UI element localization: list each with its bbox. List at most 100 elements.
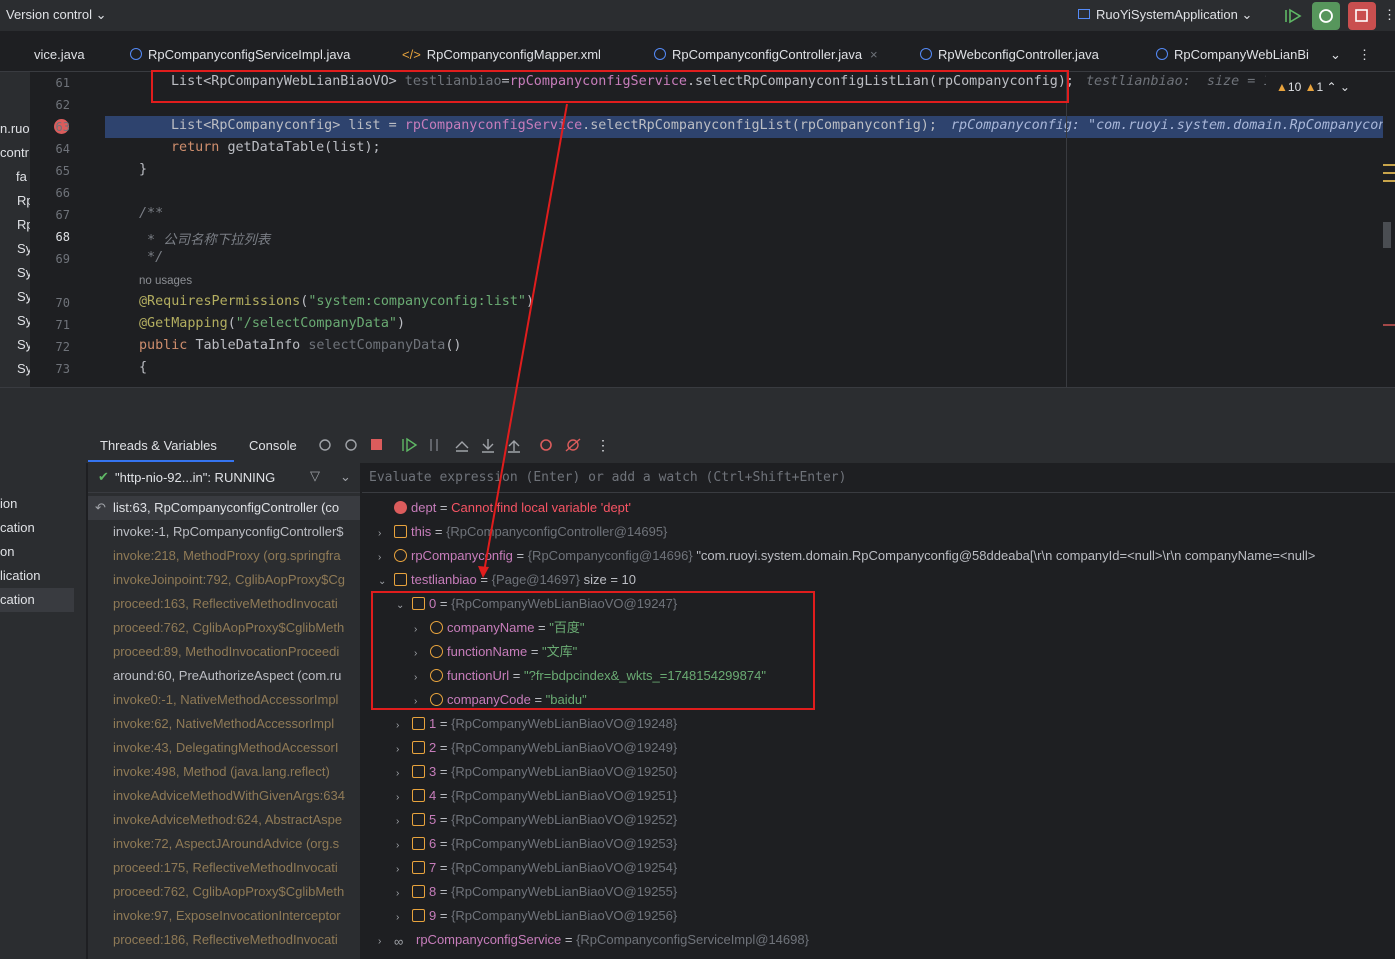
stop-button[interactable] [1348,2,1376,30]
variable-row[interactable]: › 9 = {RpCompanyWebLianBiaoVO@19256} [396,904,677,928]
variable-row[interactable]: › 7 = {RpCompanyWebLianBiaoVO@19254} [396,856,677,880]
chevron-right-icon[interactable]: › [396,834,412,858]
variable-row[interactable]: › 3 = {RpCompanyWebLianBiaoVO@19250} [396,760,677,784]
chevron-right-icon[interactable]: › [396,810,412,834]
project-item[interactable]: Sy [17,337,30,352]
tab-weblianbiao[interactable]: RpCompanyWebLianBi [1156,47,1318,62]
stack-frame[interactable]: proceed:186, ReflectiveMethodInvocati [88,928,360,952]
stack-frame[interactable]: invoke:-1, RpCompanyconfigController$ [88,520,360,544]
project-item[interactable]: Sy [17,241,30,256]
stack-frame[interactable]: proceed:762, CglibAopProxy$CglibMeth [88,880,360,904]
stack-frame[interactable]: invoke:218, MethodProxy (org.springfra [88,544,360,568]
tab-controller[interactable]: RpCompanyconfigController.java × [654,47,878,62]
more-icon[interactable]: ⋮ [1383,2,1395,30]
code-token: ) [397,316,406,331]
list-icon [412,813,425,826]
stack-frame[interactable]: proceed:89, MethodInvocationProceedi [88,640,360,664]
chevron-right-icon[interactable]: › [396,738,412,762]
variable-row[interactable]: › 5 = {RpCompanyWebLianBiaoVO@19252} [396,808,677,832]
chevron-down-icon[interactable]: ⌄ [340,469,351,485]
code-token: List<RpCompanyconfig> list = [171,118,405,133]
equals-sign: = [436,908,452,923]
editor-scrollbar[interactable] [1383,72,1395,387]
project-item[interactable]: Rp [17,217,30,232]
stack-frame[interactable]: invokeAdviceMethod:624, AbstractAspe [88,808,360,832]
chevron-right-icon[interactable]: › [396,714,412,738]
stack-frame[interactable]: proceed:762, CglibAopProxy$CglibMeth [88,616,360,640]
project-item[interactable]: fa [16,169,27,184]
project-item[interactable]: Sy [17,361,30,376]
tab-webconfig[interactable]: RpWebconfigController.java [920,47,1099,62]
stack-frame[interactable]: proceed:163, ReflectiveMethodInvocati [88,592,360,616]
variable-row[interactable]: › this = {RpCompanyconfigController@14695… [378,520,667,544]
tab-console[interactable]: Console [249,438,297,453]
chevron-down-icon[interactable]: ⌄ [1330,47,1341,63]
variable-row[interactable]: dept = Cannot find local variable 'dept' [378,496,631,520]
variable-row[interactable]: › ∞ rpCompanyconfigService = {RpCompanycon… [378,928,809,952]
svg-text:⋮: ⋮ [596,437,606,453]
code-token: selectCompanyData [308,338,446,353]
sidebar-item[interactable]: ion [0,496,17,511]
inspection-widget[interactable]: ▲10 ▲1 ⌃ ⌄ [1276,80,1350,94]
error-icon [394,501,407,514]
stack-frame[interactable]: invoke:97, ExposeInvocationInterceptor [88,904,360,928]
chevron-right-icon[interactable]: › [396,906,412,930]
project-item[interactable]: Rp [17,193,30,208]
resume-icon[interactable] [1280,2,1308,30]
stack-frame[interactable]: invoke0:-1, NativeMethodAccessorImpl [88,688,360,712]
variable-row[interactable]: › 2 = {RpCompanyWebLianBiaoVO@19249} [396,736,677,760]
stack-frame[interactable]: invokeJoinpoint:792, CglibAopProxy$Cg [88,568,360,592]
more-icon[interactable]: ⋮ [1358,47,1371,63]
project-item[interactable]: Sy [17,313,30,328]
evaluate-expression-input[interactable]: Evaluate expression (Enter) or add a wat… [362,463,1395,493]
chevron-right-icon[interactable]: › [396,786,412,810]
project-item[interactable]: contr [0,145,29,160]
sidebar-item[interactable]: cation [0,520,35,535]
equals-sign: = [436,500,452,515]
rerun-debug-button[interactable] [1312,2,1340,30]
stack-frame[interactable]: around:60, PreAuthorizeAspect (com.ru [88,664,360,688]
filter-icon[interactable]: ▽ [310,468,320,484]
chevron-right-icon[interactable]: › [378,546,394,570]
variable-row[interactable]: › 4 = {RpCompanyWebLianBiaoVO@19251} [396,784,677,808]
sidebar-item[interactable]: on [0,544,14,559]
variable-row[interactable]: › 8 = {RpCompanyWebLianBiaoVO@19255} [396,880,677,904]
tab-mapper-xml[interactable]: </> RpCompanyconfigMapper.xml [402,47,601,62]
code-token: getDataTable(list); [227,140,381,155]
project-item[interactable]: Sy [17,265,30,280]
chevron-right-icon[interactable]: › [396,882,412,906]
code-editor[interactable]: 61 List<RpCompanyWebLianBiaoVO> testlianb… [30,72,1383,387]
version-control-menu[interactable]: Version control ⌄ [6,7,107,23]
chevron-right-icon[interactable]: › [378,522,394,546]
chevron-right-icon[interactable]: › [396,762,412,786]
stack-frame[interactable]: invoke:72, AspectJAroundAdvice (org.s [88,832,360,856]
stack-frame[interactable]: invoke:498, Method (java.lang.reflect) [88,760,360,784]
sidebar-item-label: cation [0,592,35,607]
sidebar-item[interactable]: lication [0,568,40,583]
variable-value: Cannot find local variable 'dept' [451,500,631,515]
variable-row[interactable]: ⌄ testlianbiao = {Page@14697} size = 10 [378,568,636,592]
chevron-right-icon[interactable]: › [396,858,412,882]
usages-hint[interactable]: no usages [139,275,192,287]
stack-frame[interactable]: invoke:43, DelegatingMethodAccessorI [88,736,360,760]
stack-frame[interactable]: list:63, RpCompanyconfigController (co ↶ [88,496,360,520]
code-token: { [139,360,148,375]
stack-frame[interactable]: proceed:175, ReflectiveMethodInvocati [88,856,360,880]
tab-serviceimpl[interactable]: RpCompanyconfigServiceImpl.java [130,47,350,62]
thread-selector[interactable]: ✔ "http-nio-92...in": RUNNING ▽ ⌄ [88,463,360,493]
tab-label: vice.java [34,47,85,62]
stack-frame[interactable]: invokeAdviceMethodWithGivenArgs:634 [88,784,360,808]
close-icon[interactable]: × [870,47,878,62]
variable-row[interactable]: › 6 = {RpCompanyWebLianBiaoVO@19253} [396,832,677,856]
project-item[interactable]: n.ruo [0,121,30,136]
run-config-selector[interactable]: RuoYiSystemApplication ⌄ [1078,7,1252,23]
stack-frame[interactable]: invoke:62, NativeMethodAccessorImpl [88,712,360,736]
tab-threads-variables[interactable]: Threads & Variables [100,438,217,453]
tab-service[interactable]: vice.java [34,47,85,62]
variable-row[interactable]: › 1 = {RpCompanyWebLianBiaoVO@19248} [396,712,677,736]
project-item[interactable]: Sy [17,289,30,304]
sidebar-item-selected[interactable]: cation [0,588,74,612]
chevron-right-icon[interactable]: › [378,930,394,954]
debug-actions-icon[interactable]: ⋮ [316,436,606,454]
variable-row[interactable]: › rpCompanyconfig = {RpCompanyconfig@1469… [378,544,1315,568]
